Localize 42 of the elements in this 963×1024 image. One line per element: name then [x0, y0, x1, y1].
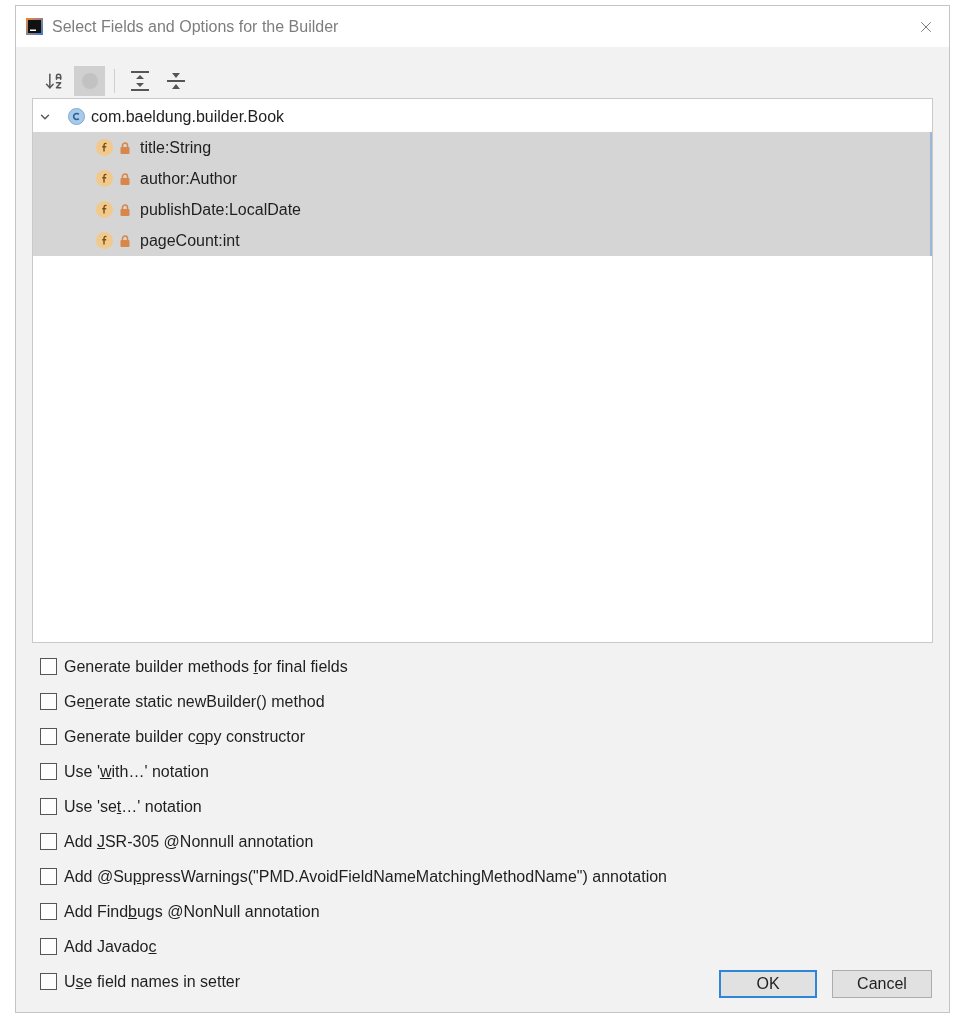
- checkbox[interactable]: [40, 658, 57, 675]
- field-name: author:Author: [140, 168, 237, 189]
- option-label: Add JSR-305 @Nonnull annotation: [64, 831, 314, 852]
- checkbox[interactable]: [40, 728, 57, 745]
- expand-all-icon: [130, 70, 149, 91]
- option-label: Add Findbugs @NonNull annotation: [64, 901, 320, 922]
- collapse-all-icon: [166, 71, 185, 90]
- field-icon: [96, 139, 113, 156]
- tree-row[interactable]: com.baeldung.builder.Book: [33, 101, 932, 132]
- class-icon: [68, 108, 85, 125]
- option-label: Use 'set…' notation: [64, 796, 202, 817]
- tree-row[interactable]: publishDate:LocalDate: [33, 194, 932, 225]
- checkbox[interactable]: [40, 938, 57, 955]
- checkbox[interactable]: [40, 833, 57, 850]
- checkbox[interactable]: [40, 763, 57, 780]
- option-label: Add Javadoc: [64, 936, 157, 957]
- option-label: Generate builder copy constructor: [64, 726, 306, 747]
- tree-row[interactable]: title:String: [33, 132, 932, 163]
- checkbox[interactable]: [40, 903, 57, 920]
- checkbox[interactable]: [40, 693, 57, 710]
- option-label: Generate builder methods for final fields: [64, 656, 348, 677]
- checkbox[interactable]: [40, 798, 57, 815]
- cancel-button[interactable]: Cancel: [832, 970, 932, 998]
- app-logo-icon: [26, 18, 43, 35]
- window-title: Select Fields and Options for the Builder: [52, 16, 339, 37]
- option-label: Use 'with…' notation: [64, 761, 209, 782]
- field-name: pageCount:int: [140, 230, 240, 251]
- tree-row[interactable]: author:Author: [33, 163, 932, 194]
- field-name: publishDate:LocalDate: [140, 199, 301, 220]
- field-icon: [96, 232, 113, 249]
- ok-button[interactable]: OK: [719, 970, 817, 998]
- option-label: Add @SuppressWarnings("PMD.AvoidFieldNameMatchingMethodName") annotation: [64, 866, 667, 887]
- option-label: Generate static newBuilder() method: [64, 691, 325, 712]
- field-icon: [96, 201, 113, 218]
- class-name: com.baeldung.builder.Book: [91, 106, 285, 127]
- tree-row[interactable]: pageCount:int: [33, 225, 932, 256]
- field-icon: [96, 170, 113, 187]
- field-name: title:String: [140, 137, 212, 158]
- checkbox[interactable]: [40, 868, 57, 885]
- checkbox[interactable]: [40, 973, 57, 990]
- option-label: Use field names in setter: [64, 971, 241, 992]
- toggle-button[interactable]: [74, 65, 105, 96]
